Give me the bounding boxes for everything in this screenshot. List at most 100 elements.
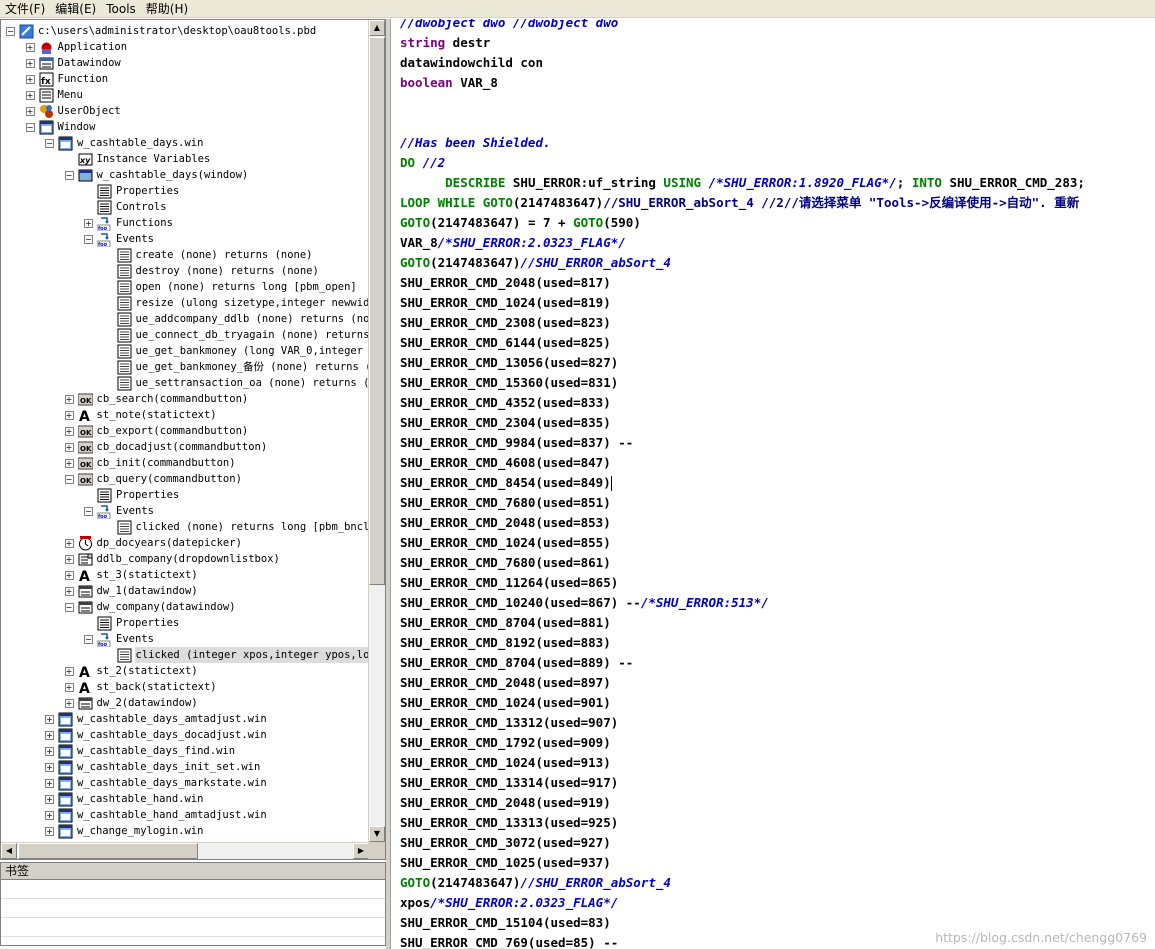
expand-icon[interactable]: + [25, 90, 35, 100]
tree-node[interactable]: + w_change_mylogin.win [45, 823, 204, 839]
tree-node[interactable]: + Ast_note(statictext) [64, 407, 218, 423]
tree-node[interactable]: ue_get_bankmoney_备份 (none) returns (n [104, 359, 369, 375]
tree-node[interactable]: − foo Events [84, 503, 155, 519]
expand-icon[interactable]: + [64, 698, 74, 708]
expand-icon[interactable]: + [45, 794, 54, 804]
scroll-thumb[interactable] [369, 37, 385, 585]
tree-node[interactable]: − dw_company(datawindow) [64, 599, 237, 615]
expand-icon[interactable]: + [45, 730, 54, 740]
collapse-icon[interactable]: − [25, 122, 35, 132]
expand-icon[interactable]: + [45, 714, 54, 724]
tree-node[interactable]: + Application [25, 39, 129, 55]
tree-node[interactable]: + foo Functions [84, 215, 174, 231]
tree-node[interactable]: ue_get_bankmoney (long VAR_0,integer VA [104, 343, 369, 359]
statictext-icon: A [78, 664, 93, 679]
scroll-down-icon[interactable]: ▼ [369, 826, 385, 842]
tree-node[interactable]: clicked (none) returns long [pbm_bnclic [104, 519, 369, 535]
expand-icon[interactable]: + [64, 570, 74, 580]
code-editor[interactable]: https://blog.csdn.net/chengg0769 //dwobj… [390, 19, 1155, 949]
collapse-icon[interactable]: − [84, 634, 93, 644]
scroll-right-icon[interactable]: ▶ [353, 843, 369, 859]
tree-node[interactable]: + OK cb_init(commandbutton) [64, 455, 237, 471]
tree-node[interactable]: + OK cb_docadjust(commandbutton) [64, 439, 269, 455]
menu-item[interactable]: Tools [101, 0, 141, 18]
menu-item[interactable]: 文件(F) [0, 0, 50, 18]
tree-node[interactable]: + Datawindow [25, 55, 122, 71]
tree-node[interactable]: ue_addcompany_ddlb (none) returns (none [104, 311, 369, 327]
scroll-left-icon[interactable]: ◀ [1, 843, 17, 859]
tree-node[interactable]: + ddlb_company(dropdownlistbox) [64, 551, 281, 567]
tree-node[interactable]: − w_cashtable_days(window) [64, 167, 250, 183]
tree-node[interactable]: resize (ulong sizetype,integer newwidth [104, 295, 369, 311]
tree-node[interactable]: + fx Function [25, 71, 110, 87]
expand-icon[interactable]: + [84, 218, 93, 228]
tree-node[interactable]: − Window [25, 119, 97, 135]
expand-icon[interactable]: + [64, 538, 74, 548]
tree-node[interactable]: + w_cashtable_days_amtadjust.win [45, 711, 268, 727]
expand-icon[interactable]: + [45, 810, 54, 820]
tree-node[interactable]: − foo Events [84, 231, 155, 247]
tree-node[interactable]: + Menu [25, 87, 84, 103]
tree-node[interactable]: + UserObject [25, 103, 122, 119]
scroll-thumb-horizontal[interactable] [18, 843, 198, 859]
tree-node[interactable]: Properties [84, 615, 180, 631]
tree-node[interactable]: xy Instance Variables [65, 151, 212, 167]
collapse-icon[interactable]: − [64, 170, 74, 180]
tree-node[interactable]: destroy (none) returns (none) [104, 263, 320, 279]
expand-icon[interactable]: + [64, 682, 74, 692]
tree-node[interactable]: + OK cb_search(commandbutton) [64, 391, 250, 407]
tree-node[interactable]: + Ast_3(statictext) [64, 567, 199, 583]
expand-icon[interactable]: + [64, 394, 74, 404]
tree-node[interactable]: + w_cashtable_days_find.win [45, 743, 236, 759]
expand-icon[interactable]: + [45, 826, 54, 836]
tree-node[interactable]: + w_cashtable_hand.win [45, 791, 204, 807]
collapse-icon[interactable]: − [84, 506, 93, 516]
tree-node[interactable]: Properties [84, 487, 180, 503]
tree-node[interactable]: + w_cashtable_days_markstate.win [45, 775, 268, 791]
scroll-up-icon[interactable]: ▲ [369, 20, 385, 36]
collapse-icon[interactable]: − [64, 602, 74, 612]
collapse-icon[interactable]: − [45, 138, 54, 148]
tree-node[interactable]: + w_cashtable_days_init_set.win [45, 759, 261, 775]
tree-node[interactable]: + w_cashtable_days_docadjust.win [45, 727, 268, 743]
collapse-icon[interactable]: − [64, 474, 74, 484]
tree-node[interactable]: ue_connect_db_tryagain (none) returns ( [104, 327, 369, 343]
expand-icon[interactable]: + [25, 42, 35, 52]
tree-node[interactable]: + dw_1(datawindow) [64, 583, 199, 599]
tree-node[interactable]: − w_cashtable_days.win [45, 135, 204, 151]
expand-icon[interactable]: + [45, 762, 54, 772]
tree-node[interactable]: + dw_2(datawindow) [64, 695, 199, 711]
tree-node[interactable]: + Ast_back(statictext) [64, 679, 218, 695]
tree-horizontal-scrollbar[interactable]: ◀ ▶ [1, 842, 369, 859]
menu-item[interactable]: 帮助(H) [141, 0, 193, 18]
tree-node[interactable]: create (none) returns (none) [104, 247, 314, 263]
expand-icon[interactable]: + [25, 106, 35, 116]
tree-vertical-scrollbar[interactable]: ▲ ▼ [368, 20, 385, 842]
expand-icon[interactable]: + [64, 410, 74, 420]
expand-icon[interactable]: + [64, 586, 74, 596]
tree-node[interactable]: + OK cb_export(commandbutton) [64, 423, 250, 439]
tree-node[interactable]: open (none) returns long [pbm_open] [104, 279, 358, 295]
tree-node[interactable]: ue_settransaction_oa (none) returns (no [104, 375, 369, 391]
expand-icon[interactable]: + [45, 778, 54, 788]
tree-node[interactable]: Properties [84, 183, 180, 199]
expand-icon[interactable]: + [64, 442, 74, 452]
tree-node[interactable]: + dp_docyears(datepicker) [64, 535, 243, 551]
tree-node[interactable]: − foo Events [84, 631, 155, 647]
collapse-icon[interactable]: − [84, 234, 93, 244]
expand-icon[interactable]: + [64, 426, 74, 436]
tree-node[interactable]: + Ast_2(statictext) [64, 663, 199, 679]
expand-icon[interactable]: + [25, 58, 35, 68]
expand-icon[interactable]: + [25, 74, 35, 84]
tree-node[interactable]: clicked (integer xpos,integer ypos,long [104, 647, 369, 663]
menu-item[interactable]: 编辑(E) [50, 0, 101, 18]
tree-node[interactable]: − OK cb_query(commandbutton) [64, 471, 243, 487]
expand-icon[interactable]: + [64, 458, 74, 468]
tree-node[interactable]: − c:\users\administrator\desktop\oau8tool… [6, 23, 317, 39]
tree-node[interactable]: + w_cashtable_hand_amtadjust.win [45, 807, 268, 823]
expand-icon[interactable]: + [45, 746, 54, 756]
expand-icon[interactable]: + [64, 666, 74, 676]
expand-icon[interactable]: + [64, 554, 74, 564]
collapse-icon[interactable]: − [6, 26, 15, 36]
tree-node[interactable]: Controls [84, 199, 168, 215]
